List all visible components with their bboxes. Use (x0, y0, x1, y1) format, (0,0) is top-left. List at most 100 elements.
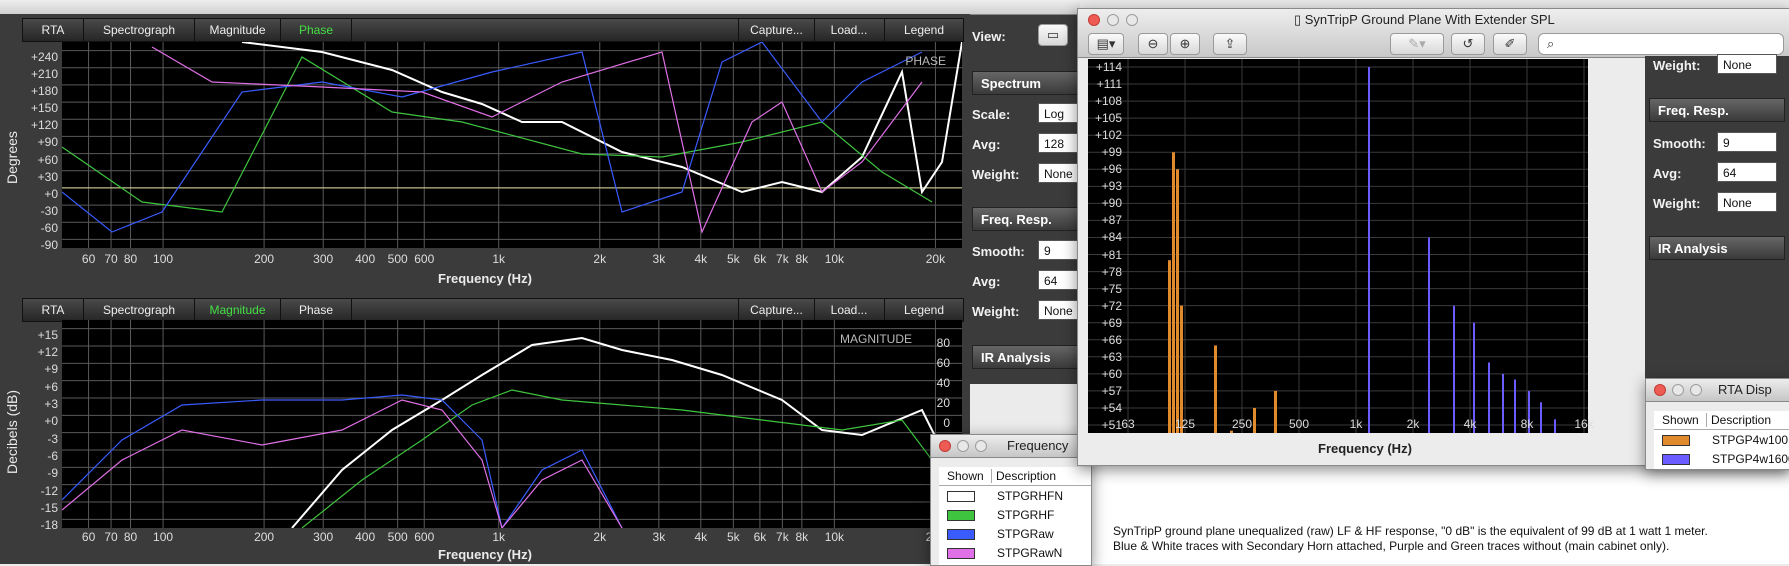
tab-magnitude[interactable]: Magnitude (195, 19, 281, 41)
legend-row[interactable]: STPGP4w100E (1654, 430, 1789, 449)
legend-button[interactable]: Legend (885, 299, 963, 321)
markup-pen-icon[interactable]: ✎▾ (1390, 33, 1444, 55)
smooth-select[interactable]: 9 (1038, 240, 1082, 260)
legend-color-swatch[interactable] (1662, 435, 1690, 446)
spl-bar-purple (1540, 402, 1542, 433)
minimize-icon[interactable] (957, 440, 969, 452)
view-label: View: (972, 29, 1006, 44)
spl-y-tick: +102 (1094, 128, 1122, 143)
legend-color-swatch[interactable] (1662, 454, 1690, 465)
trace-stpgraw (61, 41, 923, 233)
capture-button[interactable]: Capture... (738, 299, 815, 321)
legend-row[interactable]: STPGP4w1600 (1654, 449, 1789, 468)
zoom-icon[interactable] (1126, 14, 1138, 26)
right-ir-analysis-header[interactable]: IR Analysis (1649, 236, 1785, 260)
weight-select[interactable]: None (1038, 163, 1082, 183)
legend-description: STPGRHF (997, 508, 1055, 522)
tab-spectrograph[interactable]: Spectrograph (84, 299, 195, 321)
zoom-icon[interactable] (1690, 384, 1702, 396)
right-weight-select[interactable]: None (1717, 54, 1777, 74)
trace-stpgrawn (61, 399, 623, 530)
shown-header: Shown (1662, 413, 1699, 427)
avg2-select[interactable]: 64 (1038, 270, 1082, 290)
search-input[interactable]: ⌕ (1538, 33, 1784, 55)
edit-icon[interactable]: ✐ (1493, 33, 1527, 55)
scale-label: Scale: (972, 107, 1011, 122)
phase-x-tick: 4k (694, 252, 708, 266)
legend-row[interactable]: STPGRawN (939, 543, 1091, 562)
close-icon[interactable] (1088, 14, 1100, 26)
minimize-icon[interactable] (1672, 384, 1684, 396)
magnitude-y-tick: +6 (44, 379, 58, 394)
avg-select[interactable]: 128 (1038, 133, 1082, 153)
right-avg-select[interactable]: 64 (1717, 162, 1777, 182)
spl-y-tick: +96 (1101, 162, 1122, 177)
freq-resp-section-header[interactable]: Freq. Resp. (972, 207, 1082, 231)
magnitude-y-axis-title: Decibels (dB) (4, 389, 20, 474)
trace-stpgrhfn (241, 41, 963, 195)
spl-y-tick: +57 (1101, 383, 1122, 398)
zoom-in-icon[interactable]: ⊕ (1170, 33, 1200, 55)
spl-y-tick: +78 (1101, 264, 1122, 279)
tab-rta[interactable]: RTA (23, 299, 84, 321)
legend-color-swatch[interactable] (947, 510, 975, 521)
load-button[interactable]: Load... (814, 19, 885, 41)
rta-legend-header-row: Shown Description (1654, 411, 1789, 430)
right-smooth-select[interactable]: 9 (1717, 132, 1777, 152)
weight2-select[interactable]: None (1038, 300, 1082, 320)
sidebar-toggle-button[interactable]: ▤▾ (1088, 33, 1124, 55)
phase-y-tick: +30 (37, 169, 58, 184)
legend-color-swatch[interactable] (947, 548, 975, 559)
tab-phase[interactable]: Phase (281, 299, 352, 321)
magnitude-x-tick: 3k (652, 530, 666, 544)
load-button[interactable]: Load... (814, 299, 885, 321)
share-icon[interactable]: ⇪ (1213, 33, 1247, 55)
magnitude-y-tick: +15 (37, 327, 58, 342)
phase-x-tick: 7k (776, 252, 789, 266)
spl-bar-orange (1274, 390, 1277, 433)
legend-row[interactable]: STPGRHFN (939, 486, 1091, 505)
legend-row[interactable]: STPGRHF (939, 505, 1091, 524)
phase-x-axis-title: Frequency (Hz) (438, 271, 532, 286)
phase-x-tick: 5k (726, 252, 740, 266)
legend-color-swatch[interactable] (947, 529, 975, 540)
zoom-icon[interactable] (975, 440, 987, 452)
ir-analysis-section-header[interactable]: IR Analysis (972, 345, 1082, 369)
zoom-out-icon[interactable]: ⊖ (1138, 33, 1168, 55)
tab-rta[interactable]: RTA (23, 19, 84, 41)
legend-color-swatch[interactable] (947, 491, 975, 502)
tab-spectrograph[interactable]: Spectrograph (84, 19, 195, 41)
rotate-icon[interactable]: ↺ (1451, 33, 1485, 55)
right-avg-label: Avg: (1653, 166, 1682, 181)
rta-window-titlebar[interactable]: RTA Disp (1646, 379, 1789, 402)
legend-description: STPGP4w1600 (1712, 452, 1789, 466)
phase-y-tick: +210 (30, 66, 58, 81)
frequency-window-titlebar[interactable]: Frequency (931, 435, 1091, 458)
right-weight2-select[interactable]: None (1717, 192, 1777, 212)
close-icon[interactable] (939, 440, 951, 452)
spl-y-tick: +60 (1101, 366, 1122, 381)
magnitude-x-axis-title: Frequency (Hz) (438, 547, 532, 562)
close-icon[interactable] (1654, 384, 1666, 396)
minimize-icon[interactable] (1107, 14, 1119, 26)
spl-y-tick: +66 (1101, 332, 1122, 347)
spl-y-tick: +63 (1101, 349, 1122, 364)
magnitude-tab-bar: RTA Spectrograph Magnitude Phase Capture… (22, 298, 964, 322)
tab-magnitude[interactable]: Magnitude (195, 299, 281, 321)
magnitude-plot: MAGNITUDE (61, 320, 963, 530)
spl-x-tick: 16k (1574, 417, 1594, 431)
scale-select[interactable]: Log (1038, 103, 1082, 123)
frequency-legend-rows: STPGRHFN STPGRHF STPGRaw STPGRawN (939, 486, 1091, 562)
tab-phase[interactable]: Phase (281, 19, 352, 41)
spectrum-section-header[interactable]: Spectrum (972, 71, 1082, 95)
magnitude-x-tick: 4k (694, 530, 708, 544)
legend-row[interactable]: STPGRaw (939, 524, 1091, 543)
legend-button[interactable]: Legend (885, 19, 963, 41)
right-freq-resp-header[interactable]: Freq. Resp. (1649, 98, 1785, 122)
spl-bar-orange (1230, 430, 1233, 433)
phase-x-tick: 3k (652, 252, 666, 266)
top-toolbar-strip (0, 0, 1080, 15)
phase-x-tick: 500 (387, 252, 408, 266)
view-toggle-button[interactable]: ▭ (1038, 24, 1068, 46)
capture-button[interactable]: Capture... (738, 19, 815, 41)
